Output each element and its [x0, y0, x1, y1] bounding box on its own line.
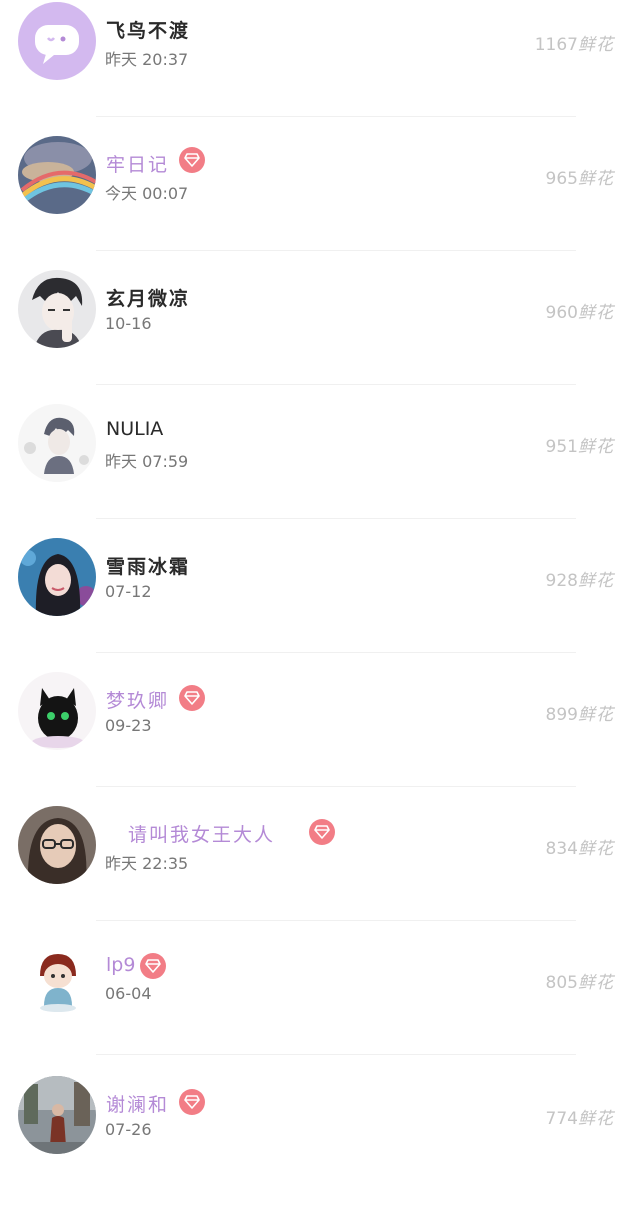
- chibi-boy-avatar: [18, 940, 96, 1018]
- divider: [96, 786, 576, 787]
- post-time: 06-04: [105, 984, 152, 1003]
- user-name[interactable]: 飞鸟不渡: [106, 16, 190, 43]
- flower-count-value: 928: [545, 571, 578, 591]
- user-name[interactable]: 玄月微凉: [106, 284, 190, 311]
- flower-count: 928鲜花: [546, 566, 614, 591]
- divider: [96, 250, 576, 251]
- flower-unit: 鲜花: [578, 571, 614, 591]
- avatar[interactable]: [18, 806, 96, 884]
- avatar[interactable]: [18, 538, 96, 616]
- divider: [96, 652, 576, 653]
- user-name[interactable]: 牢日记: [106, 150, 169, 177]
- divider: [96, 518, 576, 519]
- post-time: 10-16: [105, 314, 152, 333]
- flower-count-value: 805: [545, 973, 578, 993]
- flower-count: 834鲜花: [546, 834, 614, 859]
- post-time: 09-23: [105, 716, 152, 735]
- anime-boy-avatar: [18, 270, 96, 348]
- flower-unit: 鲜花: [578, 437, 614, 457]
- list-item[interactable]: 梦玖卿 09-23 899鲜花: [0, 670, 640, 804]
- black-cat-avatar: [18, 672, 96, 750]
- user-name[interactable]: 请叫我女王大人: [128, 820, 275, 847]
- list-item[interactable]: 飞鸟不渡 昨天 20:37 1167鲜花: [0, 0, 640, 134]
- list-item[interactable]: NULIA 昨天 07:59 951鲜花: [0, 402, 640, 536]
- avatar[interactable]: [18, 270, 96, 348]
- flower-count-value: 965: [545, 169, 578, 189]
- flower-count-value: 960: [545, 303, 578, 323]
- flower-count: 965鲜花: [546, 164, 614, 189]
- rainbow-cloud-avatar: [18, 136, 96, 214]
- user-name[interactable]: 谢澜和: [106, 1090, 169, 1117]
- avatar[interactable]: [18, 404, 96, 482]
- list-item[interactable]: 牢日记 今天 00:07 965鲜花: [0, 134, 640, 268]
- user-name[interactable]: lp9: [106, 954, 135, 976]
- user-name[interactable]: NULIA: [106, 418, 163, 440]
- avatar[interactable]: [18, 940, 96, 1018]
- post-time: 昨天 07:59: [105, 452, 189, 471]
- glasses-woman-avatar: [18, 806, 96, 884]
- flower-unit: 鲜花: [578, 1109, 614, 1129]
- divider: [96, 920, 576, 921]
- flower-count: 951鲜花: [546, 432, 614, 457]
- avatar[interactable]: [18, 2, 96, 80]
- diamond-icon: [179, 685, 205, 711]
- list-item[interactable]: 请叫我女王大人 昨天 22:35 834鲜花: [0, 804, 640, 938]
- flower-count: 774鲜花: [546, 1104, 614, 1129]
- flower-count-value: 834: [545, 839, 578, 859]
- post-time: 今天 00:07: [105, 184, 189, 203]
- flower-count: 899鲜花: [546, 700, 614, 725]
- flower-count-value: 899: [545, 705, 578, 725]
- flower-unit: 鲜花: [578, 169, 614, 189]
- list-item[interactable]: 雪雨冰霜 07-12 928鲜花: [0, 536, 640, 670]
- post-time: 07-12: [105, 582, 152, 601]
- street-scene-avatar: [18, 1076, 96, 1154]
- list-item[interactable]: 玄月微凉 10-16 960鲜花: [0, 268, 640, 402]
- diamond-icon: [309, 819, 335, 845]
- avatar[interactable]: [18, 672, 96, 750]
- flower-count: 960鲜花: [546, 298, 614, 323]
- user-name[interactable]: 雪雨冰霜: [106, 552, 190, 579]
- flower-unit: 鲜花: [578, 839, 614, 859]
- diamond-icon: [179, 147, 205, 173]
- sketch-boy-avatar: [18, 404, 96, 482]
- avatar[interactable]: [18, 136, 96, 214]
- list-item[interactable]: 谢澜和 07-26 774鲜花: [0, 1072, 640, 1206]
- divider: [96, 384, 576, 385]
- flower-unit: 鲜花: [578, 303, 614, 323]
- flower-unit: 鲜花: [578, 973, 614, 993]
- flower-count-value: 774: [545, 1109, 578, 1129]
- list-item[interactable]: lp9 06-04 805鲜花: [0, 938, 640, 1072]
- post-time: 昨天 20:37: [105, 50, 189, 69]
- girl-portrait-avatar: [18, 538, 96, 616]
- flower-count-value: 1167: [534, 35, 578, 55]
- divider: [96, 1054, 576, 1055]
- diamond-icon: [140, 953, 166, 979]
- post-time: 昨天 22:35: [105, 854, 189, 873]
- flower-count-value: 951: [545, 437, 578, 457]
- avatar[interactable]: [18, 1076, 96, 1154]
- chat-bubble-avatar-icon: [18, 2, 96, 80]
- flower-unit: 鲜花: [578, 705, 614, 725]
- divider: [96, 116, 576, 117]
- flower-count: 1167鲜花: [535, 30, 614, 55]
- flower-count: 805鲜花: [546, 968, 614, 993]
- diamond-icon: [179, 1089, 205, 1115]
- flower-unit: 鲜花: [578, 35, 614, 55]
- user-name[interactable]: 梦玖卿: [106, 686, 169, 713]
- post-time: 07-26: [105, 1120, 152, 1139]
